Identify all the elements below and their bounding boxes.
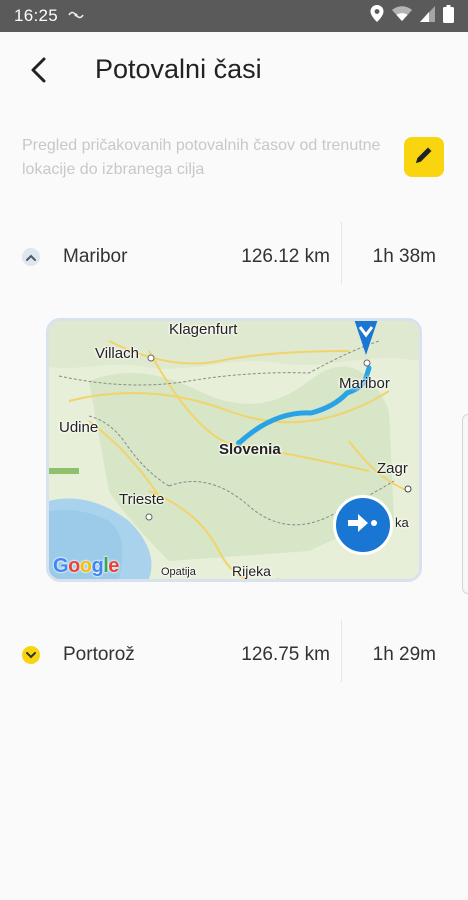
divider xyxy=(341,222,342,284)
page-description: Pregled pričakovanih potovalnih časov od… xyxy=(22,137,381,178)
back-arrow-icon[interactable] xyxy=(22,54,54,86)
destination-name: Portorož xyxy=(63,644,135,665)
status-time: 16:25 xyxy=(14,6,59,25)
destination-row-portoroz[interactable]: Portorož 126.75 km 1h 29m xyxy=(0,620,468,690)
map-label: Slovenia xyxy=(219,441,281,458)
destination-time: 1h 38m xyxy=(372,246,436,267)
edit-button[interactable] xyxy=(404,137,444,177)
app-bar: Potovalni časi xyxy=(0,32,468,108)
map-label: Rijeka xyxy=(232,563,271,579)
chevron-up-icon[interactable] xyxy=(22,248,40,266)
nfc-icon xyxy=(68,9,84,24)
map-label: Klagenfurt xyxy=(169,321,238,338)
destination-time: 1h 29m xyxy=(372,644,436,665)
pencil-icon xyxy=(413,144,435,171)
signal-icon xyxy=(420,5,435,27)
status-bar: 16:25 xyxy=(0,0,468,32)
map-label: Trieste xyxy=(119,491,165,508)
edge-panel-handle[interactable] xyxy=(462,414,468,594)
chevron-down-icon[interactable] xyxy=(22,646,40,664)
map-label: Zagr xyxy=(377,460,408,477)
map-label: Villach xyxy=(95,345,139,362)
navigate-arrow-icon xyxy=(346,512,380,539)
destination-name: Maribor xyxy=(63,246,128,267)
map-pin-icon xyxy=(351,321,381,362)
navigate-button[interactable] xyxy=(333,495,393,555)
wifi-icon xyxy=(392,5,412,27)
map-label: Opatija xyxy=(161,566,196,578)
page-title: Potovalni časi xyxy=(95,54,262,84)
map-label: Udine xyxy=(59,419,99,436)
destination-distance: 126.12 km xyxy=(241,246,330,267)
map-label: Maribor xyxy=(339,375,390,392)
map-label: ka xyxy=(395,515,409,530)
battery-icon xyxy=(443,4,454,28)
location-icon xyxy=(370,5,384,27)
route-map[interactable]: Klagenfurt Villach Maribor Udine Sloveni… xyxy=(46,318,422,582)
destination-distance: 126.75 km xyxy=(241,644,330,665)
google-logo: Google xyxy=(53,555,119,577)
destination-row-maribor[interactable]: Maribor 126.12 km 1h 38m xyxy=(0,222,468,292)
divider xyxy=(341,620,342,682)
